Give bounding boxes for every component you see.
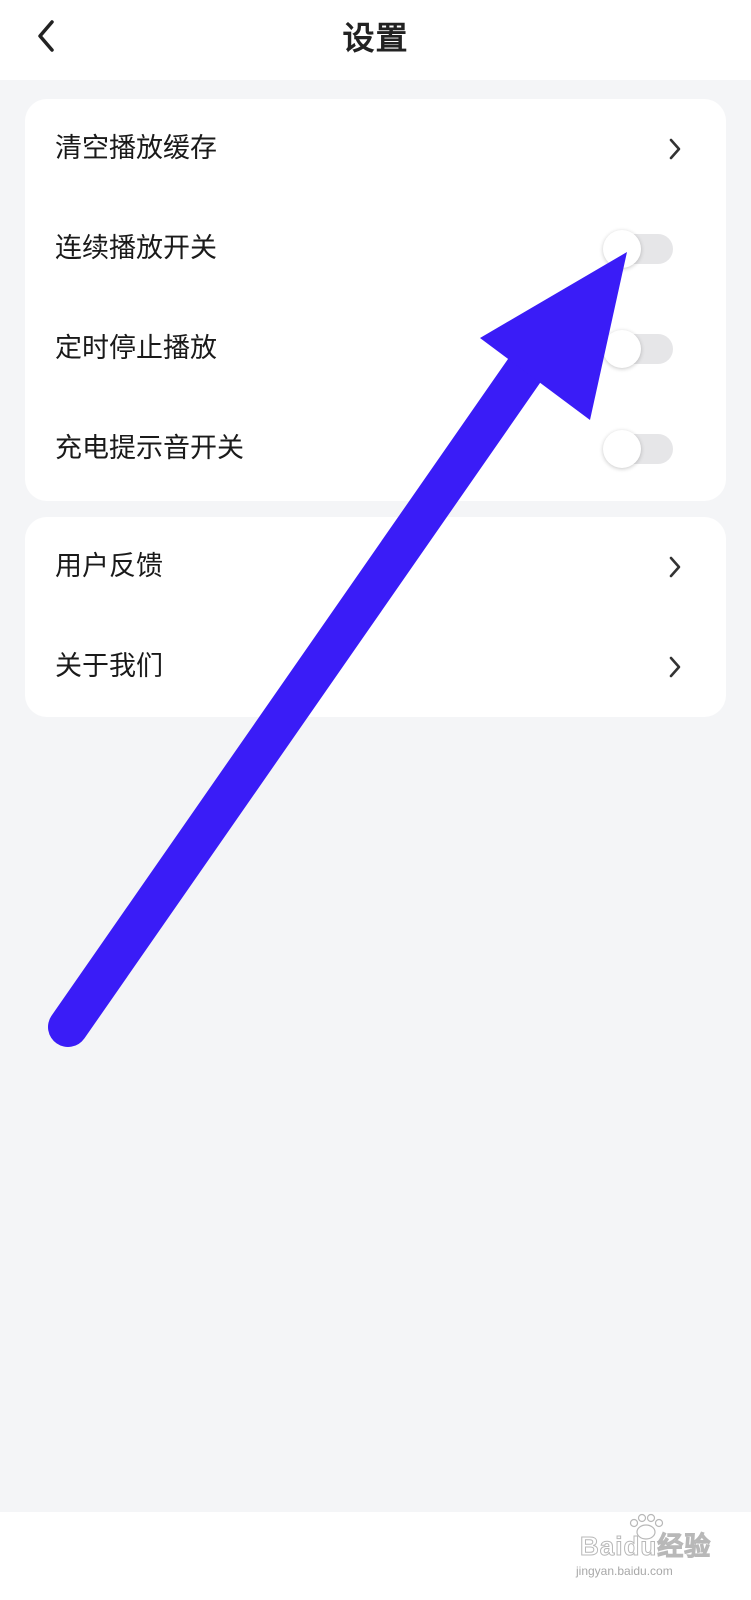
toggle-knob (603, 330, 641, 368)
chevron-right-icon (669, 138, 681, 160)
top-bar: 设置 (0, 0, 751, 80)
setting-row-timer-stop: 定时停止播放 (25, 299, 726, 399)
continuous-play-toggle[interactable] (603, 230, 673, 268)
page-title: 设置 (342, 19, 409, 57)
setting-label: 充电提示音开关 (55, 433, 244, 464)
setting-row-about-us[interactable]: 关于我们 (25, 617, 726, 717)
watermark-sub-text: jingyan.baidu.com (576, 1564, 673, 1578)
toggle-knob (603, 430, 641, 468)
setting-row-charging-sound: 充电提示音开关 (25, 399, 726, 499)
setting-label: 清空播放缓存 (55, 133, 217, 164)
setting-row-clear-cache[interactable]: 清空播放缓存 (25, 99, 726, 199)
toggle-knob (603, 230, 641, 268)
setting-row-feedback[interactable]: 用户反馈 (25, 517, 726, 617)
baidu-watermark: Baidu经验 jingyan.baidu.com (572, 1513, 722, 1588)
settings-card-info: 用户反馈 关于我们 (25, 517, 726, 717)
setting-row-continuous-play: 连续播放开关 (25, 199, 726, 299)
setting-label: 连续播放开关 (55, 233, 217, 264)
timer-stop-toggle[interactable] (603, 330, 673, 368)
setting-label: 关于我们 (55, 651, 163, 682)
chevron-right-icon (669, 556, 681, 578)
charging-sound-toggle[interactable] (603, 430, 673, 468)
chevron-right-icon (669, 656, 681, 678)
settings-card-playback: 清空播放缓存 连续播放开关 定时停止播放 充电提示音开关 (25, 99, 726, 501)
setting-label: 用户反馈 (55, 551, 163, 582)
setting-label: 定时停止播放 (55, 333, 217, 364)
watermark-main-text: Baidu经验 (579, 1531, 712, 1562)
